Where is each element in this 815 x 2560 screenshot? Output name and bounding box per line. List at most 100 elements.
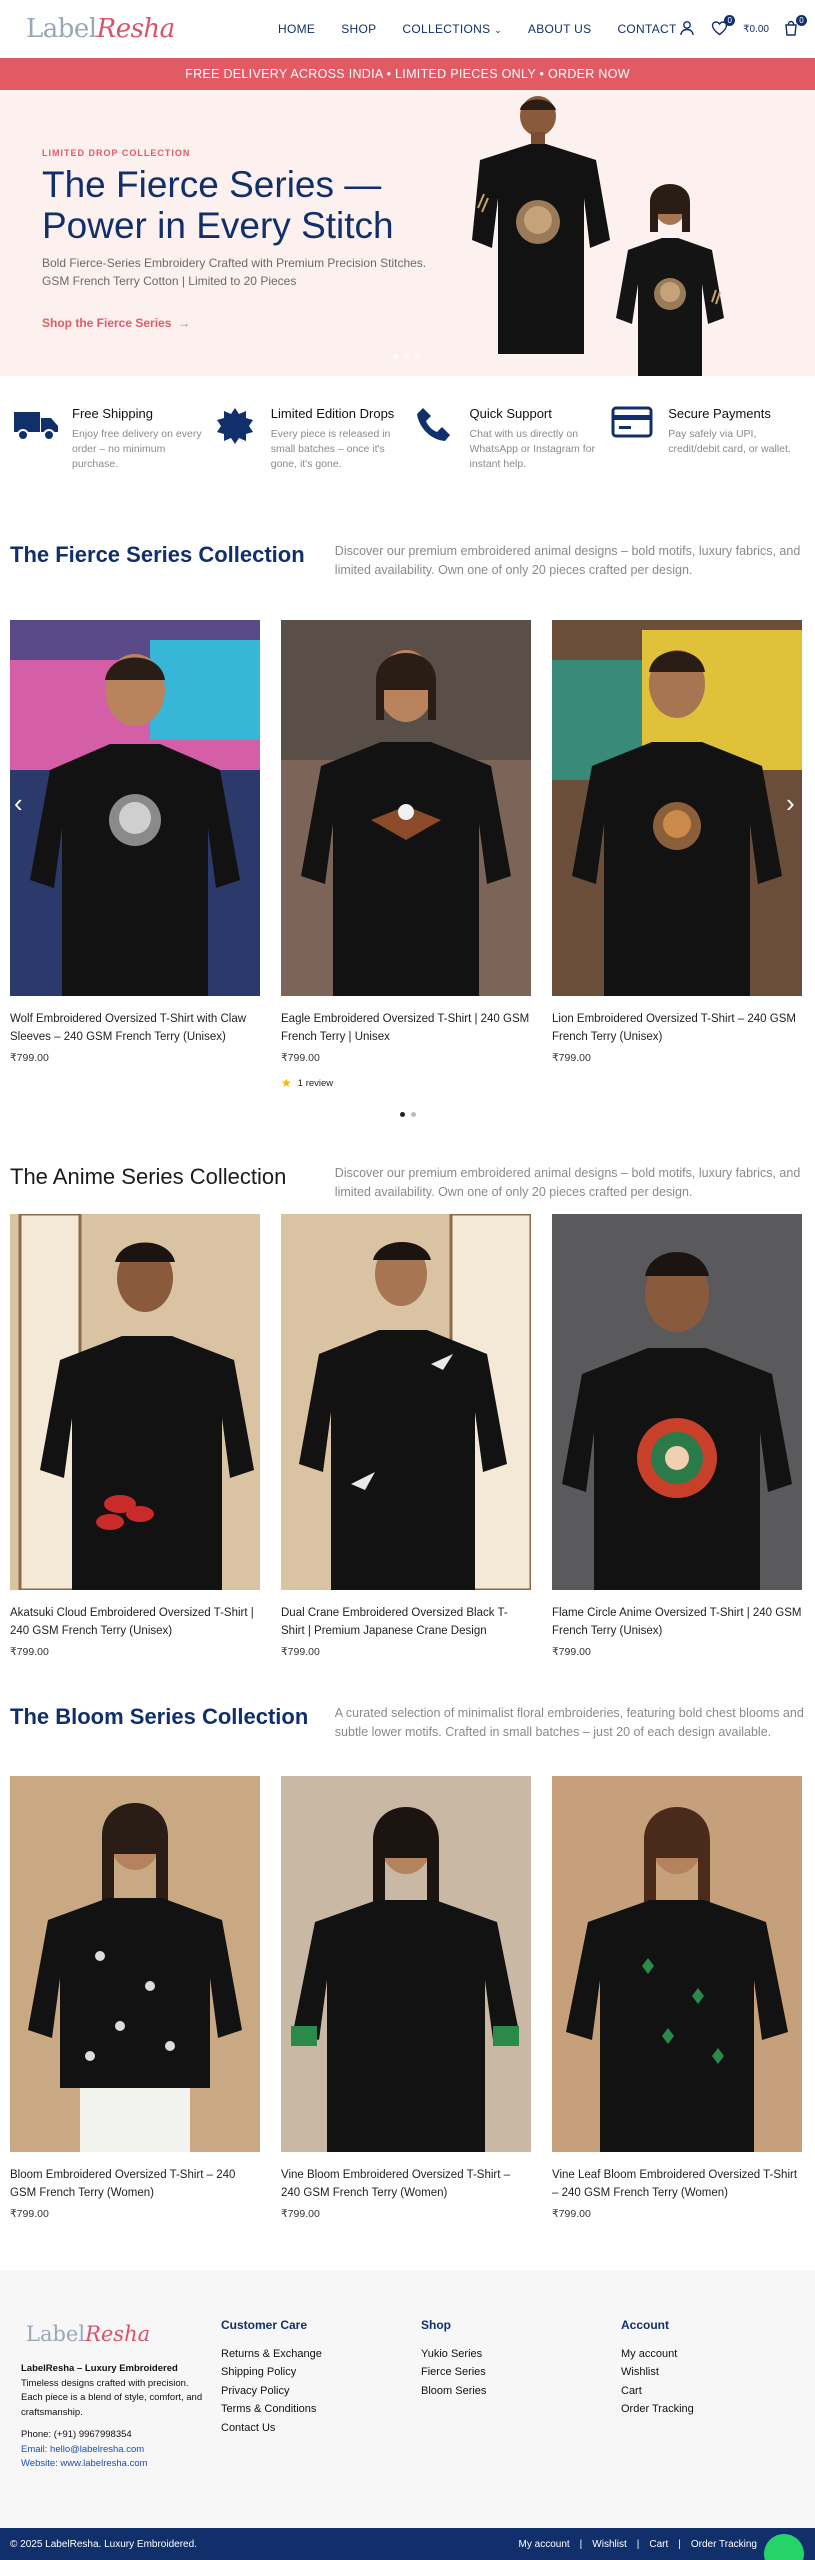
product-image[interactable] — [281, 1214, 531, 1590]
product-title[interactable]: Wolf Embroidered Oversized T-Shirt with … — [10, 1010, 260, 1046]
hero-subtitle: Bold Fierce-Series Embroidery Crafted wi… — [42, 254, 472, 290]
product-card[interactable]: Vine Bloom Embroidered Oversized T-Shirt… — [281, 1776, 531, 2220]
footer-link[interactable]: Returns & Exchange — [221, 2345, 322, 2364]
product-image[interactable] — [10, 1214, 260, 1590]
user-icon[interactable] — [679, 20, 697, 38]
footer-account: Account My account Wishlist Cart Order T… — [621, 2316, 694, 2419]
bloom-section-title: The Bloom Series Collection — [10, 1704, 309, 1729]
bottom-link[interactable]: Cart — [649, 2539, 668, 2550]
product-card[interactable]: Flame Circle Anime Oversized T-Shirt | 2… — [552, 1214, 802, 1658]
footer-link[interactable]: Fierce Series — [421, 2363, 486, 2382]
nav-about[interactable]: ABOUT US — [528, 22, 592, 36]
footer-link[interactable]: My account — [621, 2345, 694, 2364]
product-title[interactable]: Bloom Embroidered Oversized T-Shirt – 24… — [10, 2166, 260, 2202]
hero-dot[interactable] — [404, 354, 409, 359]
hero-slider-dots[interactable] — [393, 354, 420, 359]
feature-desc: Every piece is released in small batches… — [270, 428, 391, 470]
cart-total[interactable]: ₹0.00 — [743, 24, 769, 35]
fierce-slider-dots[interactable] — [0, 1112, 815, 1117]
product-card[interactable]: Dual Crane Embroidered Oversized Black T… — [281, 1214, 531, 1658]
nav-contact[interactable]: CONTACT — [617, 22, 676, 36]
nav-shop[interactable]: SHOP — [341, 22, 376, 36]
chevron-left-icon[interactable]: ‹ — [14, 788, 23, 819]
product-title[interactable]: Flame Circle Anime Oversized T-Shirt | 2… — [552, 1604, 802, 1640]
logo-text-resha: Resha — [96, 14, 176, 44]
hero-cta-link[interactable]: Shop the Fierce Series → — [42, 316, 190, 330]
bottom-link[interactable]: Wishlist — [592, 2539, 626, 2550]
footer-link[interactable]: Cart — [621, 2382, 694, 2401]
footer-logo-text-resha: Resha — [85, 2322, 151, 2346]
footer-link[interactable]: Yukio Series — [421, 2345, 486, 2364]
footer-logo[interactable]: LabelResha — [26, 2322, 150, 2346]
footer-link[interactable]: Wishlist — [621, 2363, 694, 2382]
hero-dot[interactable] — [415, 354, 420, 359]
slider-dot[interactable] — [399, 1112, 405, 1117]
product-price: ₹799.00 — [281, 1052, 320, 1064]
feature-title: Quick Support — [469, 406, 552, 421]
feature-desc: Pay safely via UPI, credit/debit card, o… — [668, 428, 791, 455]
fierce-section-desc: Discover our premium embroidered animal … — [334, 544, 801, 577]
footer-about-block: LabelResha – Luxury Embroidered Timeless… — [21, 2362, 211, 2472]
star-icon: ★ — [281, 1076, 292, 1090]
product-card[interactable]: Lion Embroidered Oversized T-Shirt – 240… — [552, 620, 802, 1090]
badge-icon — [209, 406, 261, 446]
feature-desc: Enjoy free delivery on every order – no … — [72, 428, 202, 470]
footer-link[interactable]: Terms & Conditions — [221, 2400, 322, 2419]
product-image[interactable] — [10, 1776, 260, 2152]
product-card[interactable]: Wolf Embroidered Oversized T-Shirt with … — [10, 620, 260, 1090]
footer-link[interactable]: Contact Us — [221, 2419, 322, 2438]
product-image[interactable] — [552, 1776, 802, 2152]
bloom-section: The Bloom Series Collection A curated se… — [0, 1704, 815, 2220]
footer-logo-text-label: Label — [26, 2322, 86, 2346]
feature-limited-edition: Limited Edition Drops Every piece is rele… — [209, 406, 408, 522]
hero-dot[interactable] — [393, 354, 398, 359]
anime-section: The Anime Series Collection Discover our… — [0, 1164, 815, 1658]
site-logo[interactable]: LabelResha — [26, 14, 250, 44]
bottom-link[interactable]: Order Tracking — [691, 2539, 757, 2550]
footer-customer-care: Customer Care Returns & Exchange Shippin… — [221, 2316, 322, 2437]
arrow-right-icon: → — [178, 316, 191, 330]
header-actions: 0 ₹0.00 0 — [679, 15, 807, 38]
site-header: LabelResha HOME SHOP COLLECTIONS ⌄ ABOUT… — [0, 0, 815, 58]
product-card[interactable]: Eagle Embroidered Oversized T-Shirt | 24… — [281, 620, 531, 1090]
product-image[interactable] — [552, 1214, 802, 1590]
product-card[interactable]: Bloom Embroidered Oversized T-Shirt – 24… — [10, 1776, 260, 2220]
product-title[interactable]: Eagle Embroidered Oversized T-Shirt | 24… — [281, 1010, 531, 1046]
product-title[interactable]: Vine Leaf Bloom Embroidered Oversized T-… — [552, 2166, 802, 2202]
footer-col-title: Shop — [421, 2318, 451, 2332]
product-title[interactable]: Akatsuki Cloud Embroidered Oversized T-S… — [10, 1604, 260, 1640]
product-title[interactable]: Vine Bloom Embroidered Oversized T-Shirt… — [281, 2166, 531, 2202]
product-image[interactable] — [552, 620, 802, 996]
product-image[interactable] — [281, 1776, 531, 2152]
footer-link[interactable]: Privacy Policy — [221, 2382, 322, 2401]
main-nav: HOME SHOP COLLECTIONS ⌄ ABOUT US CONTACT — [278, 22, 677, 36]
nav-collections[interactable]: COLLECTIONS ⌄ — [402, 22, 501, 36]
footer-link[interactable]: Shipping Policy — [221, 2363, 322, 2382]
review-count[interactable]: 1 review — [298, 1078, 333, 1089]
footer-link[interactable]: Order Tracking — [621, 2400, 694, 2419]
nav-home[interactable]: HOME — [278, 22, 315, 36]
hero-subtitle-line-2: GSM French Terry Cotton | Limited to 20 … — [42, 274, 297, 288]
cart-count-badge: 0 — [796, 15, 807, 26]
feature-quick-support: Quick Support Chat with us directly on Wh… — [408, 406, 607, 522]
logo-text-label: Label — [26, 14, 97, 44]
slider-dot[interactable] — [410, 1112, 416, 1117]
cart-icon[interactable]: 0 — [783, 15, 807, 38]
product-image[interactable] — [281, 620, 531, 996]
bottom-link[interactable]: My account — [519, 2539, 570, 2550]
anime-section-desc: Discover our premium embroidered animal … — [334, 1166, 801, 1199]
product-title[interactable]: Lion Embroidered Oversized T-Shirt – 240… — [552, 1010, 802, 1046]
footer-email[interactable]: Email: hello@labelresha.com — [21, 2443, 211, 2458]
footer-link[interactable]: Bloom Series — [421, 2382, 486, 2401]
footer-website[interactable]: Website: www.labelresha.com — [21, 2457, 211, 2472]
product-card[interactable]: Vine Leaf Bloom Embroidered Oversized T-… — [552, 1776, 802, 2220]
footer-col-title: Account — [621, 2318, 669, 2332]
truck-icon — [10, 406, 62, 446]
chevron-right-icon[interactable]: › — [786, 788, 795, 819]
product-image[interactable] — [10, 620, 260, 996]
feature-title: Free Shipping — [72, 406, 153, 421]
product-price: ₹799.00 — [281, 1646, 320, 1658]
wishlist-heart-icon[interactable]: 0 — [711, 15, 736, 38]
product-title[interactable]: Dual Crane Embroidered Oversized Black T… — [281, 1604, 531, 1640]
product-card[interactable]: Akatsuki Cloud Embroidered Oversized T-S… — [10, 1214, 260, 1658]
